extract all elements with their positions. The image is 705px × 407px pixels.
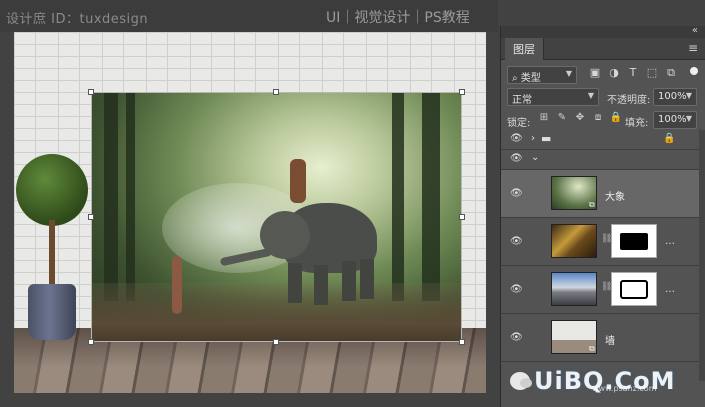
transform-handle[interactable] xyxy=(273,89,279,95)
layer-filter-select[interactable]: ⌕ 类型 ▼ xyxy=(507,66,577,84)
layer-road-masked[interactable]: 👁 ⛓ … xyxy=(501,266,699,314)
image-filter-icon[interactable]: ▣ xyxy=(587,66,603,82)
tab-layers[interactable]: 图层 xyxy=(505,38,544,60)
plant-pot xyxy=(28,284,76,340)
folder-icon: ▬ xyxy=(541,132,552,145)
lock-pixels-icon[interactable]: ✎ xyxy=(555,112,569,123)
layer-name: … xyxy=(665,284,675,295)
layer-mask[interactable] xyxy=(611,224,657,258)
chevron-right-icon[interactable]: › xyxy=(531,133,535,144)
plant-stem xyxy=(49,220,55,290)
lock-all-icon[interactable]: 🔒 xyxy=(609,112,623,123)
opacity-label: 不透明度: xyxy=(607,95,651,106)
shape-filter-icon[interactable]: ⬚ xyxy=(644,66,660,82)
plant-foliage xyxy=(16,154,88,226)
lock-position-icon[interactable]: ✥ xyxy=(573,112,587,123)
layer-group-collapsed[interactable]: 👁 › ▬ 🔒 xyxy=(501,130,699,150)
lock-icon: 🔒 xyxy=(663,133,676,144)
eye-icon[interactable]: 👁 xyxy=(510,332,523,343)
chevron-down-icon: ▼ xyxy=(565,69,572,78)
filter-toggle[interactable] xyxy=(690,67,698,75)
smart-object-icon: ⧉ xyxy=(589,344,595,353)
lock-label: 锁定: xyxy=(507,118,531,129)
rider xyxy=(290,159,306,203)
transform-handle[interactable] xyxy=(88,339,94,345)
layers-panel: « 图层 ≡ ⌕ 类型 ▼ ▣ ◑ T ⬚ ⧉ 正常 ▼ 不透明度: 100% … xyxy=(500,25,705,407)
layer-thumbnail xyxy=(551,224,597,258)
transform-handle[interactable] xyxy=(459,339,465,345)
document-canvas[interactable] xyxy=(14,32,486,393)
elephant-photo[interactable] xyxy=(91,92,462,342)
transform-handle[interactable] xyxy=(88,89,94,95)
layer-wall[interactable]: 👁 ⧉ 墙 xyxy=(501,314,699,362)
watermark-author: 设计庶 ID：tuxdesign xyxy=(6,12,149,27)
watermark-logo-url: www.psahz.com xyxy=(592,384,657,393)
text-filter-icon[interactable]: T xyxy=(625,66,641,82)
wechat-icon xyxy=(510,372,532,390)
eye-icon[interactable]: 👁 xyxy=(510,133,523,144)
panel-menu-icon[interactable]: ≡ xyxy=(688,41,698,55)
chevron-down-icon: ▼ xyxy=(685,91,692,100)
smart-object-filter-icon[interactable]: ⧉ xyxy=(663,66,679,82)
lock-artboard-icon[interactable]: ⧈ xyxy=(591,112,605,123)
search-icon: ⌕ xyxy=(512,73,521,84)
collapse-panel-icon[interactable]: « xyxy=(692,25,698,36)
title-strip: 设计庶 ID：tuxdesign UI｜视觉设计｜PS教程 xyxy=(0,0,498,32)
transform-handle[interactable] xyxy=(273,339,279,345)
fill-label: 填充: xyxy=(625,118,649,129)
fill-input[interactable]: 100% ▼ xyxy=(653,111,697,129)
transform-handle[interactable] xyxy=(459,214,465,220)
layers-list: 👁 › ▬ 🔒 👁 ⌄ 👁 ⧉ 大象 👁 ⛓ … 👁 ⛓ … 👁 ⧉ 墙 xyxy=(501,130,705,381)
layer-mask[interactable] xyxy=(611,272,657,306)
lock-transparent-icon[interactable]: ⊞ xyxy=(537,112,551,123)
layer-thumbnail xyxy=(551,272,597,306)
layers-scrollbar[interactable] xyxy=(699,130,705,381)
eye-icon[interactable]: 👁 xyxy=(510,236,523,247)
eye-icon[interactable]: 👁 xyxy=(510,153,523,164)
blend-mode-select[interactable]: 正常 ▼ xyxy=(507,88,599,106)
photoshop-window: 设计庶 ID：tuxdesign UI｜视觉设计｜PS教程 « 图层 ≡ ⌕ 类… xyxy=(0,0,705,407)
chevron-down-icon[interactable]: ⌄ xyxy=(531,152,539,163)
watermark-logo: UiBQ.CoM www.psahz.com xyxy=(510,366,700,396)
panel-tabbar: 图层 ≡ xyxy=(501,38,705,60)
layer-group-expanded[interactable]: 👁 ⌄ xyxy=(501,150,699,170)
transform-handle[interactable] xyxy=(459,89,465,95)
smart-object-icon: ⧉ xyxy=(589,200,595,209)
chevron-down-icon: ▼ xyxy=(587,91,594,100)
adjustment-filter-icon[interactable]: ◑ xyxy=(606,66,622,82)
child xyxy=(172,256,182,314)
panel-header-bar: « xyxy=(501,25,705,38)
transform-handle[interactable] xyxy=(88,214,94,220)
layer-elephant[interactable]: 👁 ⧉ 大象 xyxy=(501,170,699,218)
opacity-input[interactable]: 100% ▼ xyxy=(653,88,697,106)
forest-ground xyxy=(92,283,461,341)
watermark-category: UI｜视觉设计｜PS教程 xyxy=(326,10,470,26)
layer-frame-masked[interactable]: 👁 ⛓ … xyxy=(501,218,699,266)
chevron-down-icon: ▼ xyxy=(685,114,692,123)
layer-name: … xyxy=(665,236,675,247)
layer-name: 大象 xyxy=(605,192,625,203)
layer-name: 墙 xyxy=(605,336,615,347)
eye-icon[interactable]: 👁 xyxy=(510,284,523,295)
eye-icon[interactable]: 👁 xyxy=(510,188,523,199)
